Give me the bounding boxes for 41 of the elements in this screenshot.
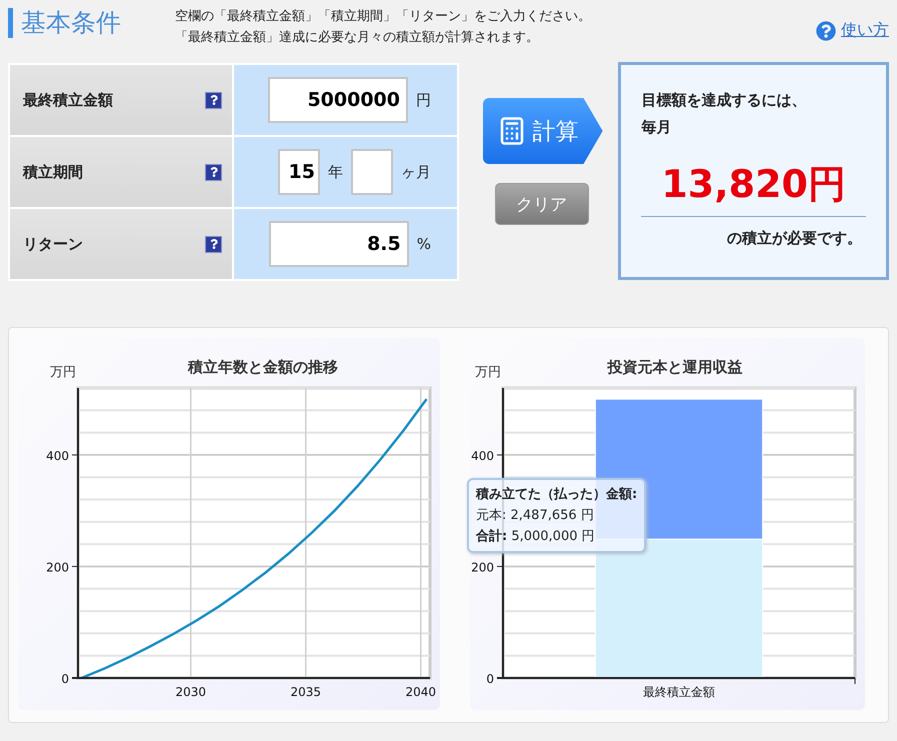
tick-label: 200	[46, 560, 69, 574]
tooltip-text: 積み立てた（払った）金額:	[476, 486, 638, 504]
tick-label: 0	[486, 672, 494, 686]
tick-label: 0	[61, 672, 69, 686]
help-icon	[816, 20, 836, 40]
result-tail: の積立が必要です。	[726, 229, 863, 248]
tick-label: 2035	[290, 685, 322, 699]
help-icon[interactable]	[205, 236, 222, 252]
axis-unit: 万円	[50, 365, 76, 380]
help-link[interactable]: 使い方	[816, 20, 889, 41]
help-icon[interactable]	[205, 92, 222, 108]
input-field[interactable]	[351, 149, 393, 195]
tick-label: 2030	[175, 685, 206, 699]
section-title: 基本条件	[8, 8, 161, 38]
category-label: 最終積立金額	[643, 685, 715, 699]
axis-unit: 万円	[475, 365, 501, 380]
result-period: 毎月	[641, 117, 672, 138]
field-label: リターン	[23, 234, 83, 254]
input-field[interactable]: 15	[278, 149, 320, 195]
description-text: 「最終積立金額」達成に必要な月々の積立額が計算されます。	[175, 29, 540, 47]
unit-label: ヶ月	[401, 162, 431, 182]
unit-label: 円	[416, 90, 431, 110]
chart-title: 投資元本と運用収益	[608, 358, 742, 376]
tooltip-text: 元本: 2,487,656 円	[476, 507, 595, 525]
field-label: 積立期間	[23, 162, 83, 182]
calculate-button[interactable]: 計算	[482, 98, 603, 164]
tick-label: 400	[46, 448, 69, 463]
input-field[interactable]: 8.5	[268, 221, 409, 267]
unit-label: %	[416, 235, 431, 253]
tick-label: 2040	[406, 685, 436, 699]
tick-label: 400	[471, 448, 494, 463]
description-text: 空欄の「最終積立金額」「積立期間」「リターン」をご入力ください。	[175, 8, 592, 26]
unit-label: 年	[328, 162, 343, 182]
monthly-amount: 13,820円	[660, 161, 847, 208]
tick-label: 200	[471, 560, 494, 574]
field-label: 最終積立金額	[23, 90, 113, 110]
result-lead: 目標額を達成するには、	[641, 90, 808, 111]
help-icon[interactable]	[205, 164, 222, 180]
input-field[interactable]: 5000000	[268, 77, 408, 123]
chart-title: 積立年数と金額の推移	[188, 358, 338, 376]
tooltip-text: 合計: 5,000,000 円	[476, 528, 596, 546]
